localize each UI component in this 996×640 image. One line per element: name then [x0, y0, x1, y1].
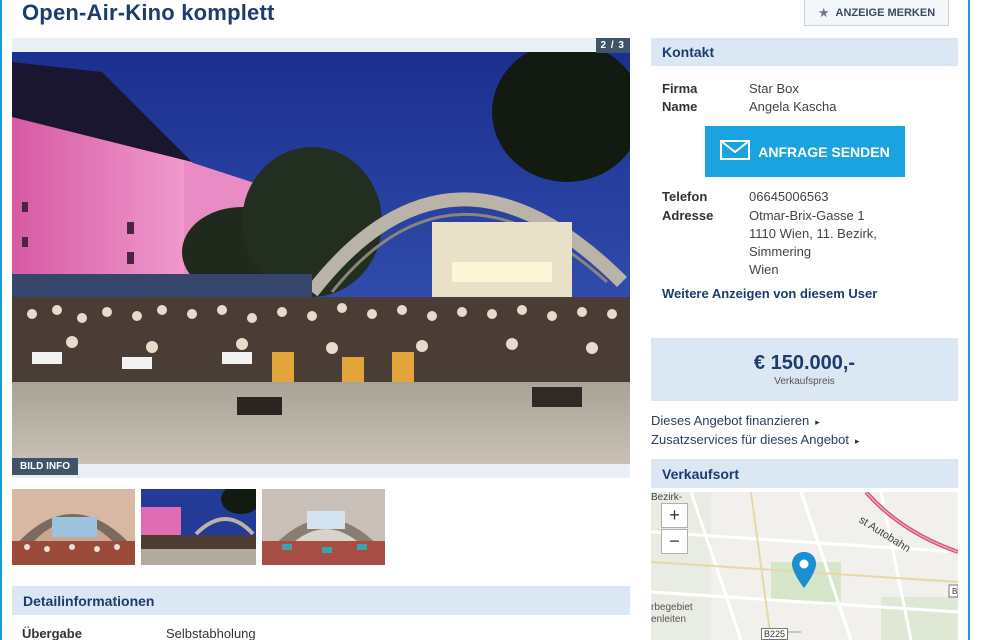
location-map[interactable]: B Bezirk- st Autobahn rbegebiet enleiten… — [651, 492, 958, 640]
contact-telefon-row: Telefon 06645006563 — [662, 188, 829, 206]
map-zoom-in-button[interactable]: + — [661, 503, 688, 528]
location-heading: Verkaufsort — [651, 459, 958, 488]
extra-services-link[interactable]: Zusatzservices für dieses Angebot ▸ — [651, 432, 860, 447]
name-value: Angela Kascha — [749, 99, 837, 114]
page-frame-left — [0, 0, 2, 640]
price-value: € 150.000,- — [753, 352, 856, 374]
detail-row-uebergabe: Übergabe Selbstabholung — [22, 626, 256, 640]
star-icon: ★ — [817, 4, 830, 20]
finance-link-label: Dieses Angebot finanzieren — [651, 413, 810, 428]
thumbnail-3[interactable] — [262, 489, 385, 565]
contact-heading: Kontakt — [651, 38, 958, 66]
right-gutter — [970, 0, 996, 640]
envelope-icon — [720, 140, 751, 163]
details-heading: Detailinformationen — [12, 586, 630, 615]
adresse-value: Otmar-Brix-Gasse 1 1110 Wien, 11. Bezirk… — [749, 207, 877, 279]
svg-text:B: B — [952, 587, 957, 596]
map-label-gebiet1: rbegebiet — [651, 602, 693, 613]
map-pin-icon — [792, 552, 816, 593]
image-counter: 2 / 3 — [595, 38, 630, 53]
telefon-label: Telefon — [662, 189, 708, 204]
adresse-line: Simmering — [749, 244, 812, 259]
send-inquiry-button[interactable]: ANFRAGE SENDEN — [705, 126, 905, 177]
contact-adresse-row: Adresse Otmar-Brix-Gasse 1 1110 Wien, 11… — [662, 207, 877, 279]
thumbnail-2[interactable] — [141, 489, 256, 565]
extra-services-label: Zusatzservices für dieses Angebot — [651, 432, 849, 447]
save-ad-label: ANZEIGE MERKEN — [835, 6, 936, 19]
map-road-label: B225 — [761, 628, 789, 640]
price-label: Verkaufspreis — [774, 376, 835, 387]
detail-value: Selbstabholung — [166, 626, 256, 640]
contact-name-row: Name Angela Kascha — [662, 98, 836, 116]
name-label: Name — [662, 99, 698, 114]
thumbnail-1[interactable] — [12, 489, 135, 565]
more-ads-link[interactable]: Weitere Anzeigen von diesem User — [662, 286, 877, 301]
send-inquiry-label: ANFRAGE SENDEN — [758, 143, 890, 160]
firma-label: Firma — [662, 81, 698, 96]
adresse-line: Wien — [749, 262, 779, 277]
adresse-line: Otmar-Brix-Gasse 1 — [749, 208, 865, 223]
page-title: Open-Air-Kino komplett — [22, 0, 275, 25]
main-image-container: 2 / 3 BILD INFO — [12, 38, 630, 478]
detail-key: Übergabe — [22, 626, 82, 640]
map-label-gebiet2: enleiten — [651, 614, 687, 625]
image-info-button[interactable]: BILD INFO — [12, 458, 78, 475]
save-ad-button[interactable]: ★ ANZEIGE MERKEN — [804, 0, 949, 26]
chevron-right-icon: ▸ — [855, 436, 860, 446]
map-zoom-out-button[interactable]: − — [661, 529, 688, 554]
finance-link[interactable]: Dieses Angebot finanzieren ▸ — [651, 413, 820, 428]
firma-value: Star Box — [749, 81, 799, 96]
price-box: € 150.000,- Verkaufspreis — [651, 338, 958, 401]
thumbnail-strip — [12, 489, 385, 565]
map-label-bezirk: Bezirk- — [651, 492, 683, 503]
main-image[interactable] — [12, 52, 630, 464]
contact-firma-row: Firma Star Box — [662, 80, 799, 98]
telefon-value[interactable]: 06645006563 — [749, 188, 829, 206]
adresse-label: Adresse — [662, 208, 714, 223]
adresse-line: 1110 Wien, 11. Bezirk, — [749, 226, 877, 241]
chevron-right-icon: ▸ — [815, 417, 820, 427]
